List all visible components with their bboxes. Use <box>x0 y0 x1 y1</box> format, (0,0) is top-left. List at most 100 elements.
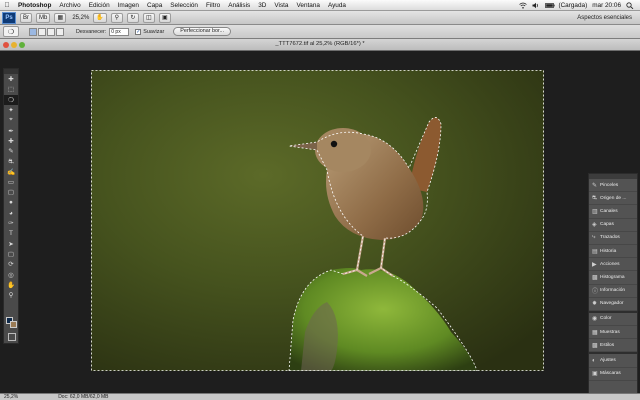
tool-preset-picker[interactable]: ❍ <box>3 26 19 37</box>
add-selection-mode-button[interactable] <box>38 27 46 36</box>
screen-mode-icon: ▣ <box>162 15 168 21</box>
pen-tool-icon[interactable]: ✑ <box>4 218 18 228</box>
panel-label: Origen de ... <box>600 195 627 201</box>
zoom-level-select[interactable]: 25,2% <box>72 15 89 21</box>
panel-channels[interactable]: ▥ Canales <box>589 205 637 219</box>
panel-label: Histograma <box>600 274 625 280</box>
lasso-tool-icon[interactable]: ❍ <box>4 94 18 105</box>
gradient-tool-icon[interactable]: ▢ <box>4 187 18 197</box>
crop-tool-icon[interactable]: ⌖ <box>4 115 18 125</box>
menu-edicion[interactable]: Edición <box>85 2 114 9</box>
subtract-selection-mode-button[interactable] <box>47 27 55 36</box>
history-icon: ▤ <box>592 248 598 255</box>
clock[interactable]: mar 20:06 <box>592 2 621 9</box>
launch-minibridge-button[interactable]: Mb <box>36 12 51 23</box>
menu-3d[interactable]: 3D <box>254 2 270 9</box>
quick-selection-tool-icon[interactable]: ✦ <box>4 105 18 115</box>
background-color-swatch[interactable] <box>10 321 17 328</box>
feather-label: Desvanecer: <box>76 28 107 35</box>
menu-ventana[interactable]: Ventana <box>292 2 323 9</box>
panel-clone-source[interactable]: ⛐ Origen de ... <box>589 192 637 206</box>
panel-label: Información <box>600 288 626 294</box>
path-selection-tool-icon[interactable]: ➤ <box>4 239 18 249</box>
hand-tool-button[interactable]: ✋ <box>93 12 107 23</box>
move-tool-icon[interactable]: ✚ <box>4 74 18 84</box>
arrange-documents-button[interactable]: ◫ <box>142 12 155 23</box>
panel-masks[interactable]: ▣ Máscaras <box>589 368 637 381</box>
dodge-tool-icon[interactable]: ◕ <box>4 208 18 218</box>
channels-icon: ▥ <box>592 208 598 215</box>
selection-mode-group <box>29 27 64 36</box>
3d-rotate-tool-icon[interactable]: ⟳ <box>4 259 18 269</box>
workspace-switcher[interactable]: Aspectos esenciales <box>577 15 632 21</box>
battery-status[interactable]: (Cargada) <box>558 2 587 9</box>
spotlight-icon[interactable] <box>626 1 634 9</box>
panel-layers[interactable]: ◈ Capas <box>589 219 637 232</box>
feather-input[interactable]: 0 px <box>109 27 130 36</box>
panel-paths[interactable]: ⤷ Trazados <box>589 232 637 245</box>
bridge-icon: Br <box>23 14 29 21</box>
new-selection-mode-button[interactable] <box>29 27 37 36</box>
view-extras-button[interactable]: ▦ <box>54 12 67 23</box>
hand-tool-icon[interactable]: ✋ <box>4 280 18 290</box>
panel-navigator[interactable]: ✸ Navegador <box>589 298 637 311</box>
wifi-icon[interactable] <box>519 2 528 9</box>
menu-seleccion[interactable]: Selección <box>166 2 202 9</box>
blur-tool-icon[interactable]: ● <box>4 198 18 208</box>
panel-history[interactable]: ▤ Historia <box>589 245 637 259</box>
apple-icon[interactable]:  <box>0 2 14 9</box>
type-tool-icon[interactable]: T <box>4 228 18 238</box>
menu-capa[interactable]: Capa <box>143 2 166 9</box>
healing-brush-tool-icon[interactable]: ✚ <box>4 136 18 146</box>
panel-adjustments[interactable]: ◐ Ajustes <box>589 354 637 368</box>
rotate-icon: ↻ <box>130 15 136 21</box>
status-zoom[interactable]: 25,2% <box>4 394 18 400</box>
panel-actions[interactable]: ▶ Acciones <box>589 258 637 272</box>
zoom-tool-icon[interactable]: ⚲ <box>4 290 18 300</box>
3d-orbit-tool-icon[interactable]: ◎ <box>4 270 18 280</box>
battery-icon[interactable] <box>545 2 556 9</box>
launch-bridge-button[interactable]: Br <box>20 12 32 23</box>
menu-ayuda[interactable]: Ayuda <box>324 2 350 9</box>
navigator-icon: ✸ <box>592 301 598 308</box>
panel-group-3: ◐ Ajustes ▣ Máscaras <box>589 354 637 381</box>
marquee-tool-icon[interactable]: ⬚ <box>4 84 18 94</box>
menu-photoshop[interactable]: Photoshop <box>14 2 55 9</box>
panel-info[interactable]: ⓘ Información <box>589 285 637 298</box>
panel-histogram[interactable]: ▩ Histograma <box>589 271 637 285</box>
menubar-status-area: (Cargada) mar 20:06 <box>519 2 640 9</box>
panel-swatches[interactable]: ▦ Muestras <box>589 326 637 340</box>
volume-icon[interactable] <box>532 2 540 9</box>
panel-label: Acciones <box>600 261 620 267</box>
eyedropper-tool-icon[interactable]: ✒ <box>4 125 18 135</box>
rotate-view-button[interactable]: ↻ <box>126 12 139 23</box>
screen-mode-button[interactable]: ▣ <box>158 12 171 23</box>
panel-color[interactable]: ◉ Color <box>589 313 637 327</box>
styles-icon: ▩ <box>592 342 598 349</box>
menu-analisis[interactable]: Análisis <box>224 2 254 9</box>
brush-tool-icon[interactable]: ✎ <box>4 146 18 156</box>
quick-mask-icon[interactable] <box>8 333 16 341</box>
zoom-tool-button[interactable]: ⚲ <box>110 12 123 23</box>
shape-tool-icon[interactable]: ▢ <box>4 249 18 259</box>
panel-label: Estilos <box>600 342 615 348</box>
menu-filtro[interactable]: Filtro <box>202 2 224 9</box>
panel-label: Pinceles <box>600 182 619 188</box>
panel-brushes[interactable]: ✎ Pinceles <box>589 179 637 193</box>
panel-label: Canales <box>600 208 618 214</box>
history-brush-tool-icon[interactable]: ✍ <box>4 167 18 177</box>
refine-edge-button[interactable]: Perfeccionar bor... <box>173 27 231 36</box>
status-doc-info[interactable]: Doc: 62,0 MB/62,0 MB <box>58 394 108 400</box>
panel-label: Trazados <box>600 235 620 241</box>
panel-label: Ajustes <box>600 358 616 364</box>
eraser-tool-icon[interactable]: ▭ <box>4 177 18 187</box>
intersect-selection-mode-button[interactable] <box>56 27 64 36</box>
clone-stamp-tool-icon[interactable]: ⛐ <box>4 156 18 166</box>
menu-vista[interactable]: Vista <box>270 2 292 9</box>
info-icon: ⓘ <box>592 289 599 296</box>
antialias-checkbox[interactable]: ✓ <box>135 28 142 35</box>
menu-archivo[interactable]: Archivo <box>55 2 84 9</box>
panel-styles[interactable]: ▩ Estilos <box>589 339 637 353</box>
document-canvas[interactable] <box>91 70 544 371</box>
menu-imagen[interactable]: Imagen <box>114 2 143 9</box>
